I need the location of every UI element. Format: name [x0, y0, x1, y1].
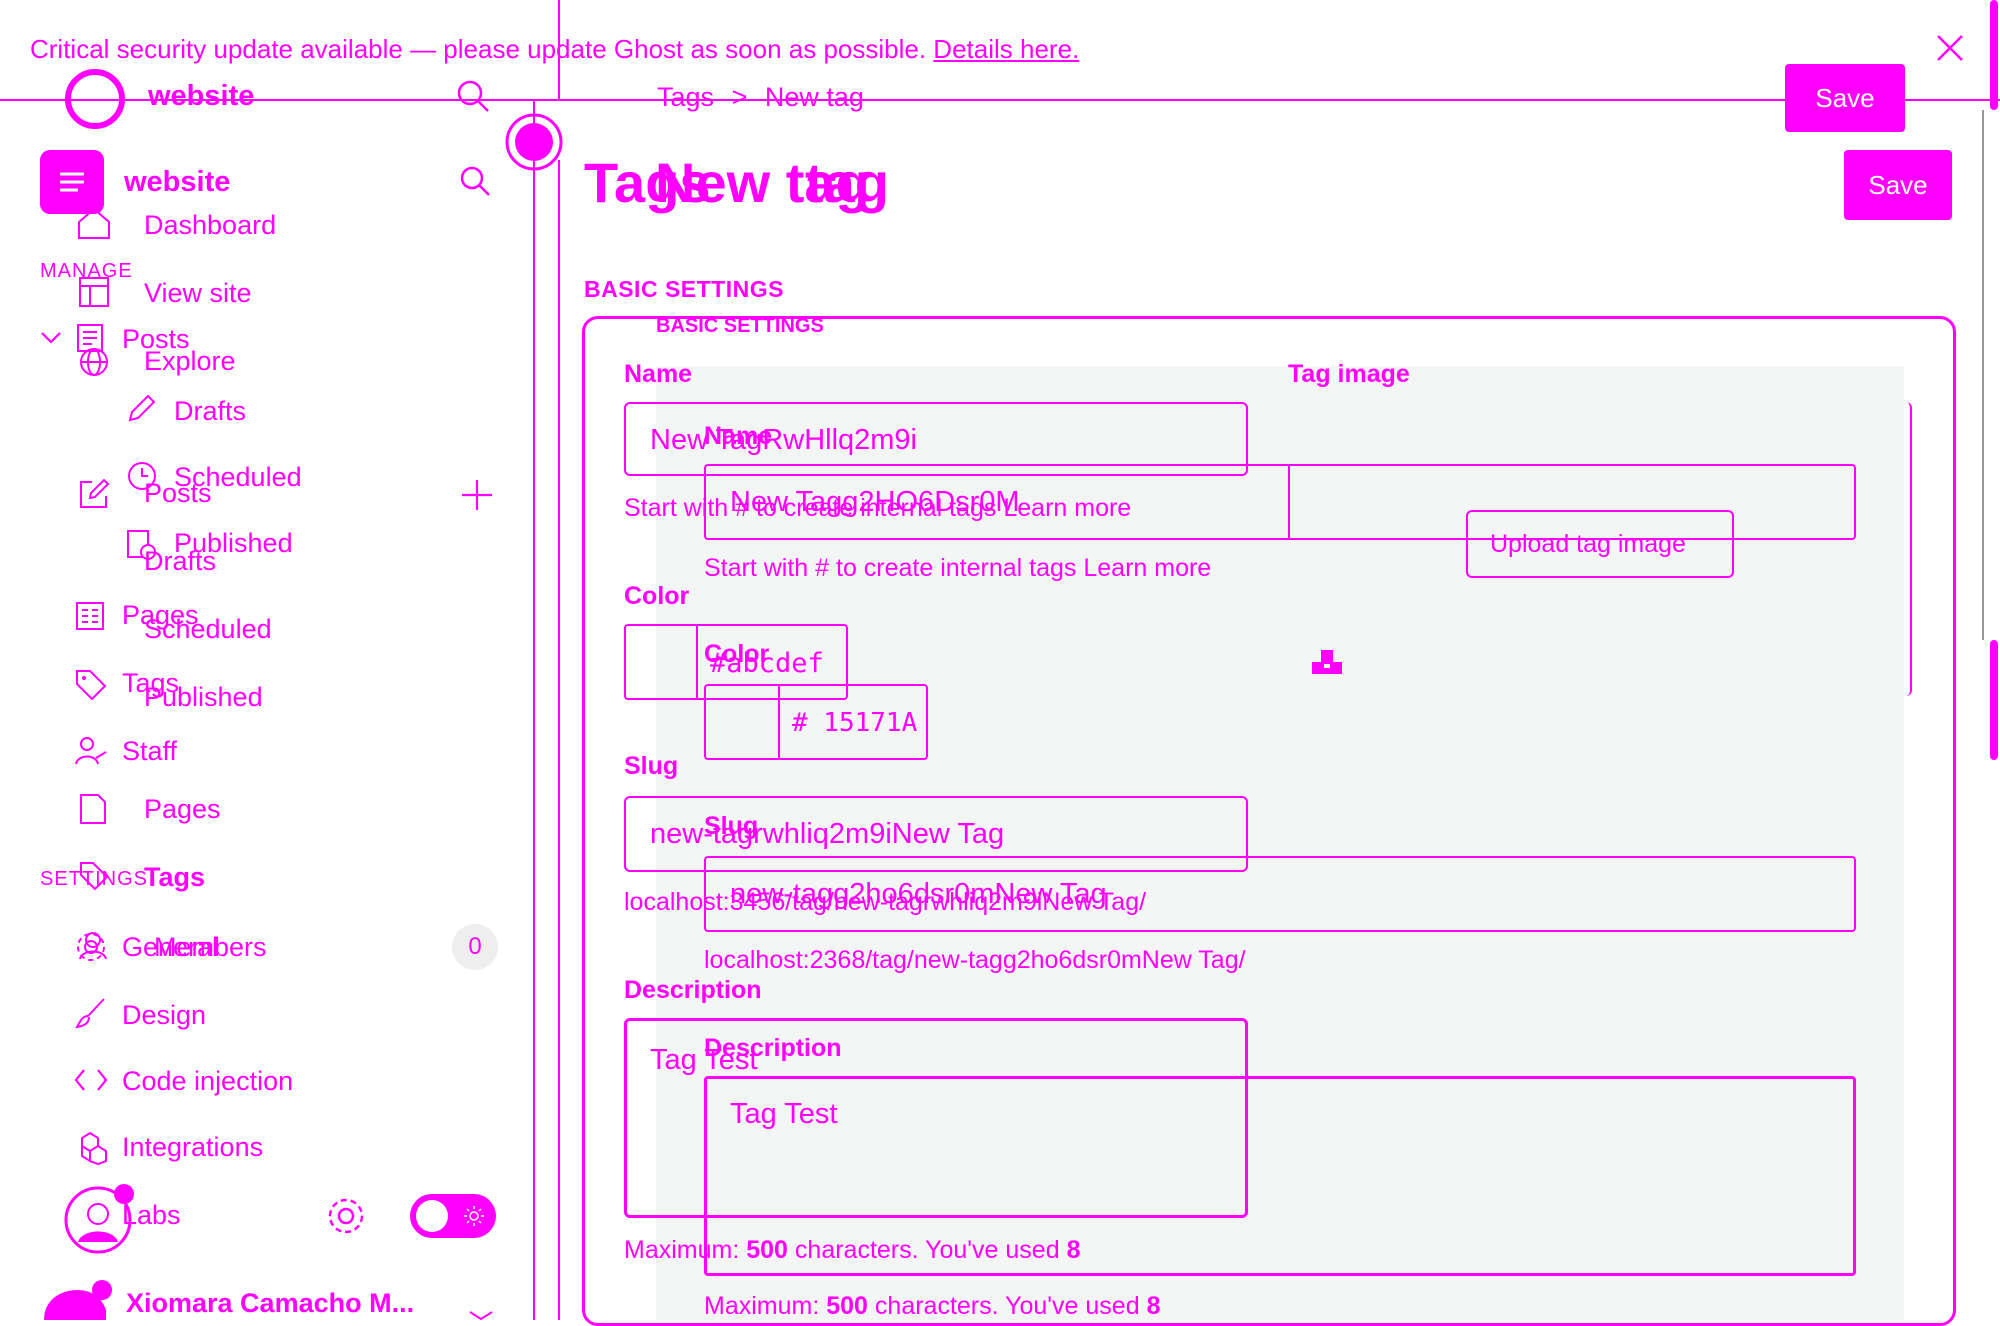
sidebar-b-item-tags[interactable]: Tags — [144, 862, 205, 893]
tag-icon — [74, 668, 108, 702]
sidebar-b-item-scheduled[interactable]: Scheduled — [144, 614, 272, 645]
sidebar-divider — [533, 100, 535, 1320]
description-value-b: Tag Test — [730, 1098, 838, 1130]
header-rule — [0, 99, 2000, 101]
plus-icon[interactable] — [460, 478, 494, 512]
name-label: Name — [624, 360, 693, 388]
sidebar-divider-b — [558, 160, 560, 1320]
sidebar-b-item-posts[interactable]: Posts — [144, 478, 212, 509]
name-value-b: New Tagg2HO6Dsr0M — [730, 486, 1020, 518]
color-label-b: Color — [704, 640, 770, 668]
banner-text: Critical security update available — ple… — [30, 34, 927, 64]
banner-details-link[interactable]: Details here. — [933, 34, 1079, 64]
save-label-top: Save — [1815, 82, 1875, 113]
brush-icon — [74, 996, 108, 1030]
close-icon[interactable] — [1936, 34, 1964, 62]
sidebar-b-item-members[interactable]: Members — [154, 932, 267, 963]
integrations-icon — [72, 1130, 108, 1166]
avatar[interactable] — [62, 1180, 138, 1256]
description-label-b: Description — [704, 1034, 842, 1062]
save-label: Save — [1868, 169, 1928, 200]
name-label-b: Name — [704, 422, 773, 450]
save-button[interactable]: Save — [1844, 150, 1952, 220]
breadcrumb-current: New tag — [764, 82, 864, 112]
user-name[interactable]: Xiomara Camacho M... — [126, 1288, 414, 1319]
color-label: Color — [624, 582, 690, 610]
sidebar-item-code-injection[interactable]: Code injection — [122, 1066, 293, 1097]
breadcrumb: Tags > New tag — [657, 82, 864, 113]
brand-name-ghost: website — [148, 80, 255, 112]
scrollbar-thumb[interactable] — [1990, 640, 1998, 760]
sidebar-item-view-site[interactable]: View site — [144, 278, 252, 309]
members-count-badge: 0 — [452, 924, 498, 970]
toggle-knob — [416, 1200, 448, 1232]
search-icon-b[interactable] — [458, 164, 492, 198]
name-help-b: Start with # to create internal tags Lea… — [704, 554, 1212, 582]
description-counter-b: Maximum: 500 characters. You've used 8 — [704, 1292, 1160, 1321]
upload-icon — [1312, 650, 1342, 674]
breadcrumb-separator: > — [731, 82, 748, 112]
pencil-icon — [124, 392, 158, 426]
color-swatch-divider-b — [778, 684, 780, 760]
sidebar-b-item-pages[interactable]: Pages — [144, 794, 221, 825]
code-icon — [74, 1066, 108, 1094]
scrollbar-track[interactable] — [1990, 0, 1998, 110]
scrollbar-rule — [1982, 110, 1984, 640]
name-input-b-divider — [1288, 464, 1290, 540]
chevron-user-icon[interactable] — [468, 1310, 494, 1320]
color-swatch-divider — [696, 624, 698, 700]
upload-tag-image-label: Upload tag image — [1490, 530, 1686, 558]
counter-mid-b: characters. You've used — [874, 1292, 1140, 1320]
breadcrumb-parent[interactable]: Tags — [657, 82, 714, 112]
slug-label: Slug — [624, 752, 679, 780]
section-heading: BASIC SETTINGS — [584, 276, 784, 302]
brand-name: website — [124, 166, 231, 198]
slug-url-b: localhost:2368/tag/new-tagg2ho6dsr0mNew … — [704, 946, 1246, 974]
counter-max-b: 500 — [826, 1292, 868, 1320]
theme-toggle[interactable] — [410, 1194, 496, 1238]
description-textarea-b[interactable] — [704, 1076, 1856, 1276]
staff-icon — [74, 734, 108, 768]
view-site-icon — [78, 276, 110, 308]
sidebar-item-explore[interactable]: Explore — [144, 346, 236, 377]
page-title-ghost: tag — [805, 151, 889, 214]
edit-icon — [78, 478, 110, 510]
counter-used-b: 8 — [1146, 1292, 1161, 1320]
sidebar-item-integrations[interactable]: Integrations — [122, 1132, 263, 1163]
sidebar-item-staff[interactable]: Staff — [122, 736, 177, 767]
pages-icon — [74, 600, 106, 632]
members-count: 0 — [468, 933, 482, 960]
counter-prefix-b: Maximum: — [704, 1292, 820, 1320]
slug-label-b: Slug — [704, 812, 759, 840]
security-banner: Critical security update available — ple… — [30, 34, 1079, 65]
site-icon — [40, 150, 104, 214]
color-value-b: # 15171A — [792, 708, 918, 738]
gear-icon[interactable] — [324, 1194, 368, 1238]
section-heading-b: BASIC SETTINGS — [656, 315, 824, 337]
search-icon[interactable] — [455, 78, 491, 114]
user-avatar-b[interactable] — [40, 1280, 116, 1320]
ghost-logo-icon — [64, 68, 126, 130]
globe-icon — [78, 346, 110, 378]
sidebar-b-item-drafts[interactable]: Drafts — [144, 546, 216, 577]
sidebar-item-design[interactable]: Design — [122, 1000, 206, 1031]
tag-icon-b — [78, 860, 110, 892]
record-indicator-icon — [504, 112, 564, 172]
sidebar-item-dashboard[interactable]: Dashboard — [144, 210, 276, 241]
name-value: New TagRwHllq2m9i — [650, 424, 918, 456]
sun-icon — [464, 1206, 484, 1226]
description-label: Description — [624, 976, 762, 1004]
home-icon — [76, 206, 112, 240]
chevron-down-icon[interactable] — [40, 330, 62, 346]
page-icon — [78, 792, 108, 826]
save-button-top[interactable]: Save — [1785, 64, 1905, 132]
tag-image-label: Tag image — [1288, 360, 1410, 388]
sidebar-b-item-published[interactable]: Published — [144, 682, 263, 713]
members-icon — [76, 928, 110, 962]
sidebar-item-drafts[interactable]: Drafts — [174, 396, 246, 427]
slug-value-b: new-tagg2ho6dsr0mNew Tag — [730, 878, 1107, 910]
